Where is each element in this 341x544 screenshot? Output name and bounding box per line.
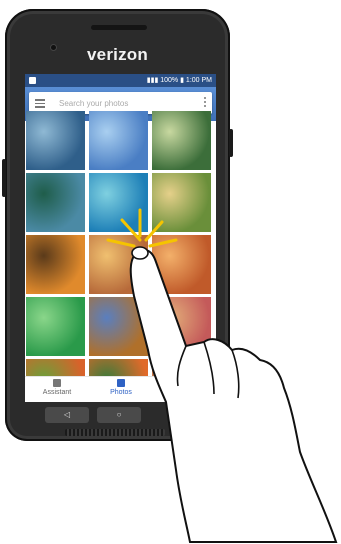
hand-illustration: [129, 249, 338, 543]
touch-burst-icon: [106, 208, 178, 248]
hand-gesture-illustration: [106, 208, 338, 543]
fingertip: [131, 246, 149, 260]
